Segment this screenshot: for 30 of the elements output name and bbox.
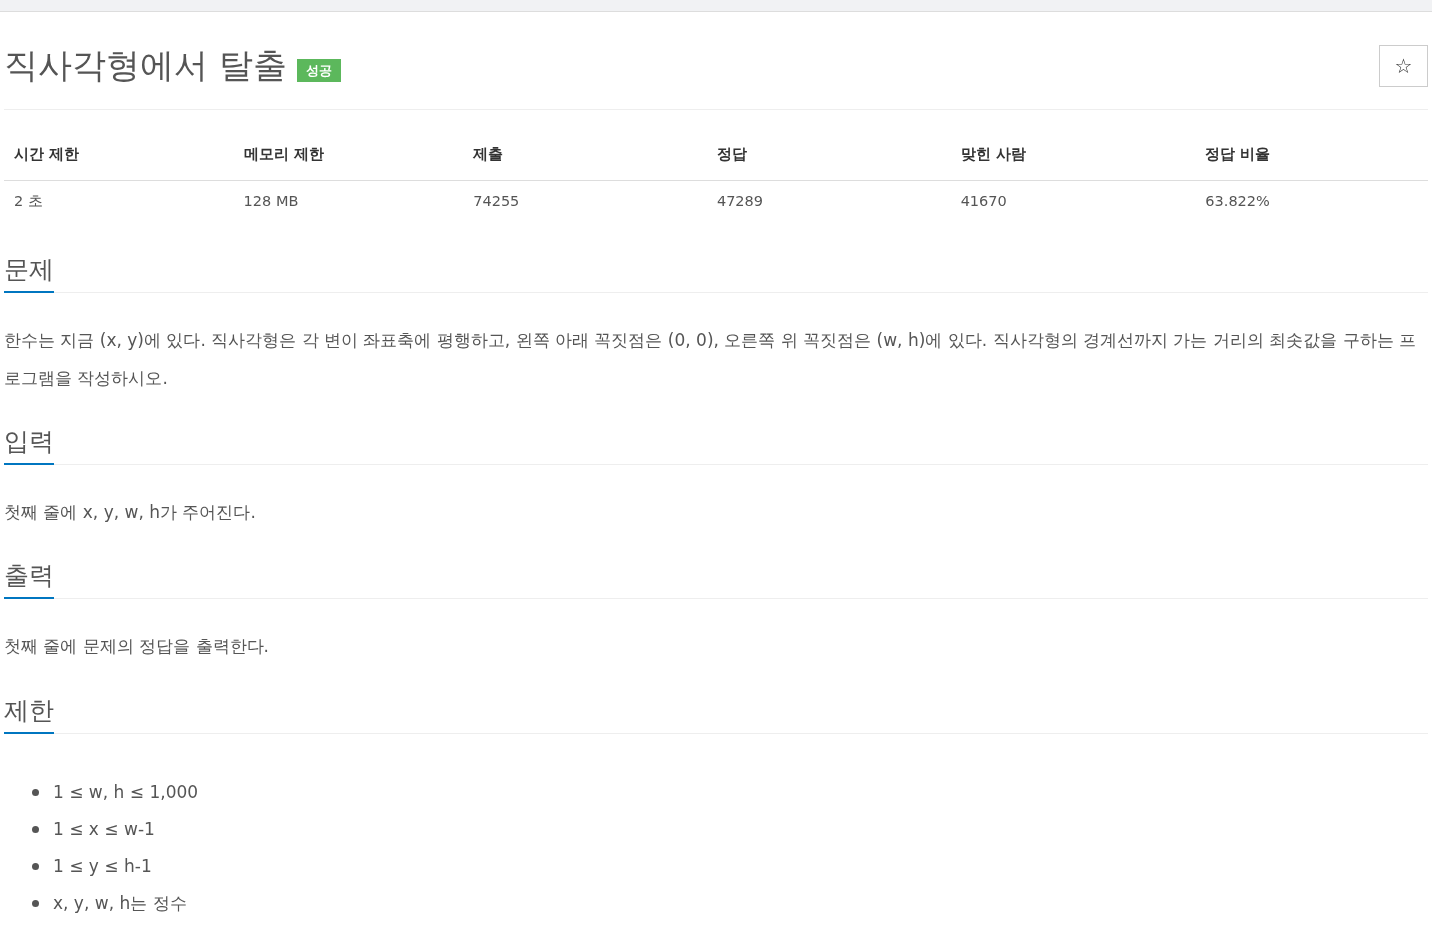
section-heading: 출력	[4, 561, 54, 600]
column-header: 맞힌 사람	[950, 130, 1196, 181]
paragraph: 첫째 줄에 x, y, w, h가 주어진다.	[4, 501, 257, 524]
list-item: 1 ≤ x ≤ w-1	[53, 817, 155, 841]
list-item: 1 ≤ y ≤ h-1	[53, 854, 152, 878]
table-cell: 41670	[950, 180, 1196, 225]
status-badge: 성공	[296, 58, 341, 82]
column-header: 정답 비율	[1195, 130, 1428, 181]
table-cell: 128 MB	[233, 180, 464, 225]
star-button[interactable]: ☆	[1379, 45, 1428, 87]
list-item: 1 ≤ w, h ≤ 1,000	[53, 780, 199, 804]
column-header: 제출	[463, 130, 707, 181]
section-heading: 입력	[4, 427, 54, 465]
column-header: 메모리 제한	[233, 130, 464, 181]
paragraph: 첫째 줄에 문제의 정답을 출력한다.	[4, 635, 271, 659]
table-cell: 2 초	[4, 180, 234, 225]
column-header: 시간 제한	[4, 130, 234, 181]
table-cell: 63.822%	[1195, 180, 1428, 225]
bullet-icon	[32, 788, 39, 796]
list-item: x, y, w, h는 정수	[53, 891, 187, 915]
section-heading: 문제	[4, 254, 54, 293]
section-heading: 제한	[4, 695, 54, 734]
problem-title: 직사각형에서 탈출	[4, 45, 287, 86]
table-cell: 74255	[463, 180, 707, 225]
table-cell: 47289	[706, 180, 951, 225]
column-header: 정답	[706, 130, 951, 181]
bullet-icon	[32, 825, 39, 833]
paragraph: 한수는 지금 (x, y)에 있다. 직사각형은 각 변이 좌표축에 평행하고, 왼쪽 아래 꼭짓점은 (0, 0), 오른쪽 위 꼭짓점은 (w, h)에 있다. 직사각형의 경계선까지 가는 거리의 최솟값을 구하는 프로그램을 작성하시오.	[4, 328, 1417, 390]
bullet-icon	[32, 862, 39, 870]
bullet-icon	[32, 899, 39, 907]
